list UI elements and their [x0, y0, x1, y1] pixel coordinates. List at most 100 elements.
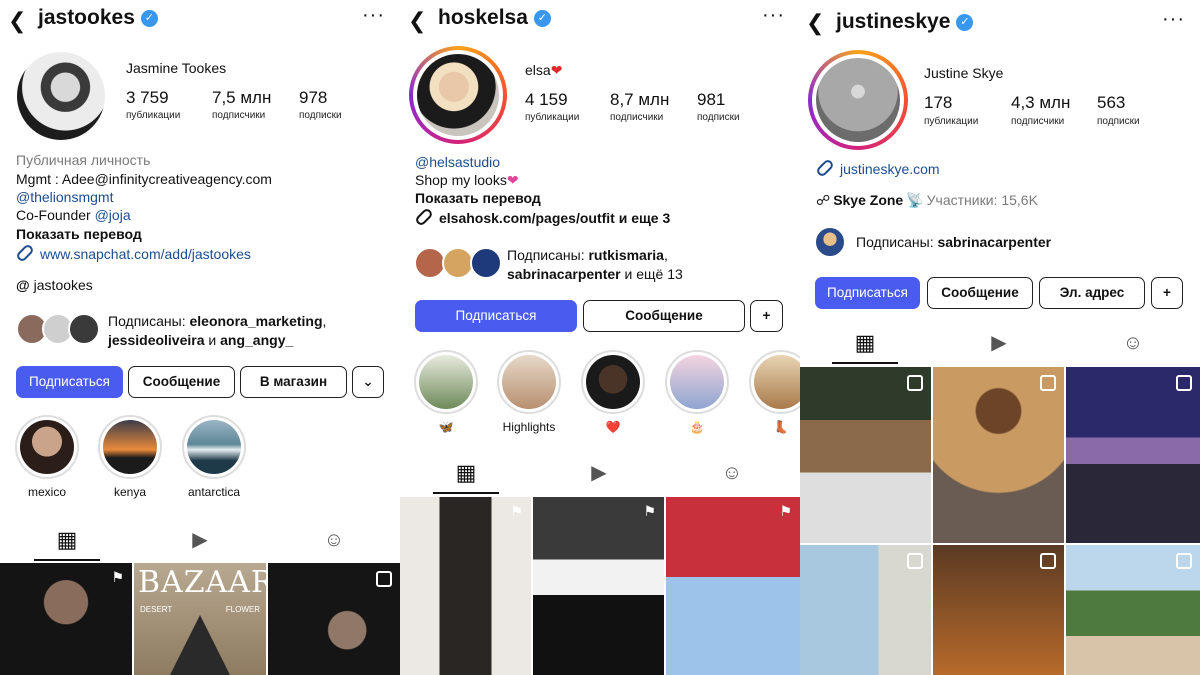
followers-count[interactable]: 7,5 млн: [212, 88, 271, 108]
posts-count[interactable]: 4 159: [525, 90, 568, 110]
follower-avatar[interactable]: [814, 226, 846, 258]
more-options-icon[interactable]: ···: [362, 4, 385, 27]
profile-avatar[interactable]: [17, 52, 105, 140]
followed-by-text-2[interactable]: sabrinacarpenter и ещё 13: [507, 265, 683, 284]
followed-by-text[interactable]: Подписаны: sabrinacarpenter: [856, 233, 1051, 252]
follower-avatar[interactable]: [470, 247, 502, 279]
profile-avatar[interactable]: [417, 54, 499, 136]
followers-count[interactable]: 4,3 млн: [1011, 93, 1070, 113]
highlight-mexico[interactable]: mexico: [14, 415, 80, 499]
show-translation-link[interactable]: Показать перевод: [16, 225, 142, 244]
expand-chevron-button[interactable]: ⌄: [352, 366, 384, 398]
more-options-icon[interactable]: ···: [762, 4, 785, 27]
highlight-butterfly[interactable]: 🦋: [413, 350, 479, 434]
bio-mention-link[interactable]: @helsastudio: [415, 153, 500, 172]
carousel-icon: [907, 375, 923, 391]
follower-avatar[interactable]: [68, 313, 100, 345]
website-link[interactable]: justineskye.com: [815, 158, 940, 179]
grid-icon: ▦: [854, 330, 876, 355]
follow-button[interactable]: Подписаться: [815, 277, 920, 309]
back-arrow-icon[interactable]: ❮: [408, 8, 426, 34]
grid-post[interactable]: ⚑: [400, 497, 531, 675]
tab-posts[interactable]: ▦: [34, 523, 100, 561]
website-link[interactable]: www.snapchat.com/add/jastookes: [15, 243, 251, 264]
username-title: hoskelsa ✓: [438, 6, 551, 30]
grid-icon: ▦: [455, 460, 477, 485]
grid-post[interactable]: [1066, 367, 1200, 543]
back-arrow-icon[interactable]: ❮: [806, 10, 824, 36]
tab-tagged[interactable]: ☺: [301, 523, 367, 561]
message-button[interactable]: Сообщение: [927, 277, 1033, 309]
followed-by-text[interactable]: Подписаны: eleonora_marketing,: [108, 312, 326, 331]
tab-posts[interactable]: ▦: [832, 326, 898, 364]
heart-icon: ❤: [506, 172, 519, 188]
more-options-icon[interactable]: ···: [1162, 8, 1185, 31]
follow-button[interactable]: Подписаться: [415, 300, 577, 332]
followed-by-text[interactable]: Подписаны: rutkismaria,: [507, 246, 668, 265]
posts-count[interactable]: 178: [924, 93, 952, 113]
website-link[interactable]: elsahosk.com/pages/outfit и еще 3: [414, 207, 670, 228]
posts-count[interactable]: 3 759: [126, 88, 169, 108]
threads-link[interactable]: @ jastookes: [16, 276, 93, 295]
chevron-down-icon: ⌄: [362, 374, 374, 389]
tab-reels[interactable]: ▶: [566, 456, 632, 494]
followers-label: подписчики: [212, 110, 266, 121]
reels-icon: ▶: [591, 462, 607, 484]
tab-posts[interactable]: ▦: [433, 456, 499, 494]
suggest-people-button[interactable]: +: [750, 300, 783, 332]
profile-avatar[interactable]: [816, 58, 900, 142]
grid-post[interactable]: ⚑: [533, 497, 664, 675]
tab-reels[interactable]: ▶: [966, 326, 1032, 364]
highlight-kenya[interactable]: kenya: [97, 415, 163, 499]
message-button[interactable]: Сообщение: [128, 366, 235, 398]
followed-by-text-2[interactable]: jessideoliveira и ang_angy_: [108, 331, 293, 350]
grid-post[interactable]: [268, 563, 400, 675]
posts-label: публикации: [525, 112, 580, 123]
posts-label: публикации: [126, 110, 181, 121]
grid-post[interactable]: ⚑: [0, 563, 132, 675]
suggest-people-button[interactable]: +: [1151, 277, 1183, 309]
show-translation-link[interactable]: Показать перевод: [415, 189, 541, 208]
full-name: Justine Skye: [924, 65, 1004, 81]
highlight-heart[interactable]: ❤️: [580, 350, 646, 434]
grid-post[interactable]: ⚑: [666, 497, 800, 675]
grid-post[interactable]: [933, 367, 1064, 543]
bio-mention-link[interactable]: @thelionsmgmt: [16, 188, 113, 207]
grid-post[interactable]: [800, 367, 931, 543]
following-count[interactable]: 978: [299, 88, 327, 108]
bio-joja-link[interactable]: @joja: [95, 207, 131, 223]
message-button[interactable]: Сообщение: [583, 300, 745, 332]
shop-button[interactable]: В магазин: [240, 366, 347, 398]
satellite-icon: 📡: [906, 192, 924, 208]
highlight-boot[interactable]: 👢: [748, 350, 800, 434]
follow-button[interactable]: Подписаться: [16, 366, 123, 398]
carousel-icon: [907, 553, 923, 569]
broadcast-channel[interactable]: ☍ Skye Zone 📡 Участники: 15,6K: [816, 191, 1038, 210]
followers-count[interactable]: 8,7 млн: [610, 90, 669, 110]
following-label: подписки: [299, 110, 342, 121]
reels-icon: ▶: [192, 529, 208, 551]
chat-bubbles-icon: ☍: [816, 192, 831, 208]
story-ring[interactable]: [409, 46, 507, 144]
tagged-icon: ☺: [1122, 332, 1144, 354]
following-count[interactable]: 981: [697, 90, 725, 110]
grid-post[interactable]: [1066, 545, 1200, 675]
tab-reels[interactable]: ▶: [167, 523, 233, 561]
link-icon: [815, 158, 835, 178]
highlight-antarctica[interactable]: antarctica: [181, 415, 247, 499]
profile-header: ❮ hoskelsa ✓ ···: [400, 0, 800, 40]
carousel-icon: [1176, 553, 1192, 569]
grid-post[interactable]: BAZAAR DESERT FLOWER: [134, 563, 266, 675]
highlight-highlights[interactable]: Highlights: [496, 350, 562, 434]
tab-tagged[interactable]: ☺: [1100, 326, 1166, 364]
story-ring[interactable]: [808, 50, 908, 150]
grid-post[interactable]: [933, 545, 1064, 675]
grid-post[interactable]: [800, 545, 931, 675]
threads-icon: @: [16, 277, 30, 293]
following-count[interactable]: 563: [1097, 93, 1125, 113]
email-button[interactable]: Эл. адрес: [1039, 277, 1145, 309]
back-arrow-icon[interactable]: ❮: [8, 8, 26, 34]
carousel-icon: [376, 571, 392, 587]
highlight-cake[interactable]: 🎂: [664, 350, 730, 434]
tab-tagged[interactable]: ☺: [699, 456, 765, 494]
